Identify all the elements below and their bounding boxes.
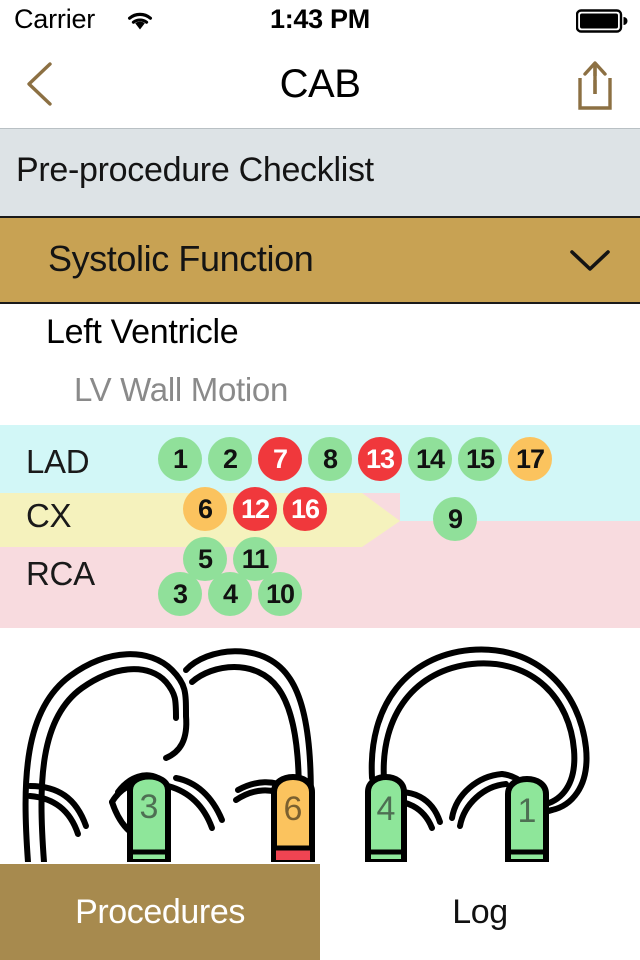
graft-1-label: 1 (518, 792, 537, 830)
graft-3: 3 (127, 773, 171, 865)
segment-badge-4[interactable]: 4 (208, 572, 252, 616)
tab-procedures-label: Procedures (75, 892, 245, 931)
graft-1: 1 (505, 776, 549, 865)
segment-badge-label: 14 (415, 443, 445, 474)
app-root: Carrier 1:43 PM CAB Pre-procedure Checkl… (0, 0, 640, 960)
segment-badge-label: 11 (241, 543, 270, 574)
lv-wall-motion-territory-chart: LAD CX RCA 1 2 7 8 13 14 15 17 6 12 16 9 5 11 3 4 10 (0, 425, 640, 628)
graft-6: 6 (271, 774, 315, 865)
pre-procedure-checklist-row[interactable]: Pre-procedure Checklist (0, 128, 640, 218)
tab-log-label: Log (452, 892, 508, 931)
segment-badge-label: 3 (172, 578, 188, 609)
navigation-bar: CAB (0, 40, 640, 128)
segment-badge-label: 6 (197, 493, 213, 524)
graft-6-label: 6 (284, 790, 303, 828)
segment-badge-label: 13 (365, 443, 395, 474)
segment-badge-17[interactable]: 17 (508, 437, 552, 481)
battery-full-icon (575, 9, 628, 38)
segment-badge-6[interactable]: 6 (183, 487, 227, 531)
clock-label: 1:43 PM (270, 4, 370, 34)
status-bar: Carrier 1:43 PM (0, 0, 640, 40)
segment-badge-label: 15 (465, 443, 495, 474)
page-title: CAB (279, 62, 361, 106)
graft-3-label: 3 (140, 788, 159, 826)
segment-badge-3[interactable]: 3 (158, 572, 202, 616)
segment-badge-label: 16 (290, 493, 320, 524)
systolic-function-label: Systolic Function (48, 238, 314, 279)
segment-badge-label: 2 (222, 443, 238, 474)
segment-badge-15[interactable]: 15 (458, 437, 502, 481)
chevron-down-icon (566, 244, 614, 281)
segment-badge-label: 9 (447, 503, 463, 534)
segment-badge-10[interactable]: 10 (258, 572, 302, 616)
segment-badge-label: 10 (265, 578, 295, 609)
segment-badge-label: 5 (197, 543, 213, 574)
checklist-label: Pre-procedure Checklist (16, 151, 374, 189)
tab-procedures[interactable]: Procedures (0, 864, 320, 960)
tab-log[interactable]: Log (320, 864, 640, 960)
segment-badge-7[interactable]: 7 (258, 437, 302, 481)
territory-label-cx: CX (26, 497, 72, 534)
segment-badge-label: 7 (272, 443, 288, 474)
segment-badge-8[interactable]: 8 (308, 437, 352, 481)
systolic-function-accordion[interactable]: Systolic Function (0, 218, 640, 304)
segment-badge-label: 1 (172, 443, 188, 474)
share-icon[interactable] (566, 56, 624, 114)
segment-badge-12[interactable]: 12 (233, 487, 277, 531)
lv-wall-motion-title: LV Wall Motion (74, 371, 289, 408)
coronary-graft-diagrams: 3 6 4 1 (0, 630, 640, 865)
segment-badge-9[interactable]: 9 (433, 497, 477, 541)
left-ventricle-title: Left Ventricle (46, 313, 239, 351)
segment-badge-13[interactable]: 13 (358, 437, 402, 481)
segment-badge-2[interactable]: 2 (208, 437, 252, 481)
segment-badge-1[interactable]: 1 (158, 437, 202, 481)
territory-label-rca: RCA (26, 555, 95, 592)
segment-badge-label: 17 (515, 443, 545, 474)
segment-badge-16[interactable]: 16 (283, 487, 327, 531)
segment-badge-label: 8 (322, 443, 338, 474)
segment-badge-label: 4 (222, 578, 238, 609)
tab-bar: Procedures Log (0, 864, 640, 960)
segment-badge-14[interactable]: 14 (408, 437, 452, 481)
graft-4: 4 (365, 774, 407, 865)
territory-label-lad: LAD (26, 443, 90, 480)
graft-4-label: 4 (377, 790, 396, 828)
segment-badge-label: 12 (240, 493, 270, 524)
